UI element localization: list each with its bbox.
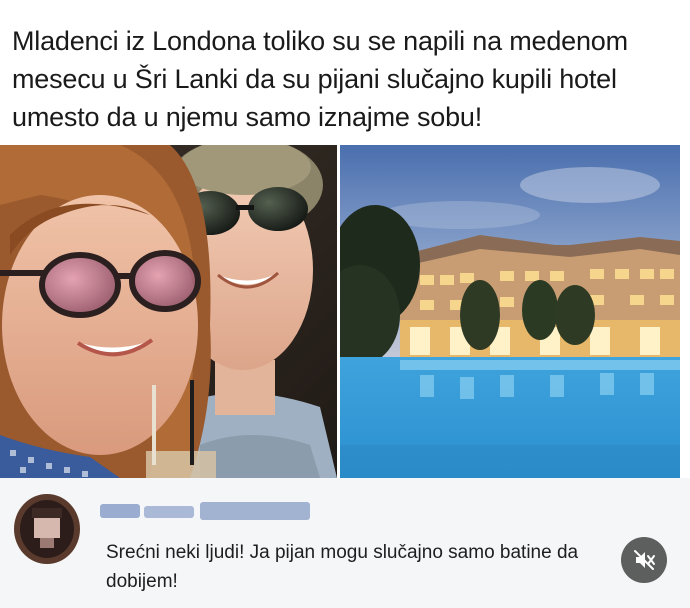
hotel-pool-photo[interactable] [340,145,680,478]
hotel-pool-image [340,145,680,478]
post-headline: Mladenci iz Londona toliko su se napili … [12,26,628,132]
couple-selfie-image [0,145,337,478]
pixelated-avatar-icon [14,494,80,564]
blurred-name-icon [100,502,310,520]
couple-selfie-photo[interactable] [0,145,337,478]
speaker-muted-icon [634,550,655,570]
post-photos [0,145,690,478]
mute-toggle-button[interactable] [621,537,667,583]
commenter-name-blurred[interactable] [100,498,310,524]
commenter-avatar[interactable] [14,494,80,564]
comment-text: Srećni neki ljudi! Ja pijan mogu slučajn… [106,542,579,592]
